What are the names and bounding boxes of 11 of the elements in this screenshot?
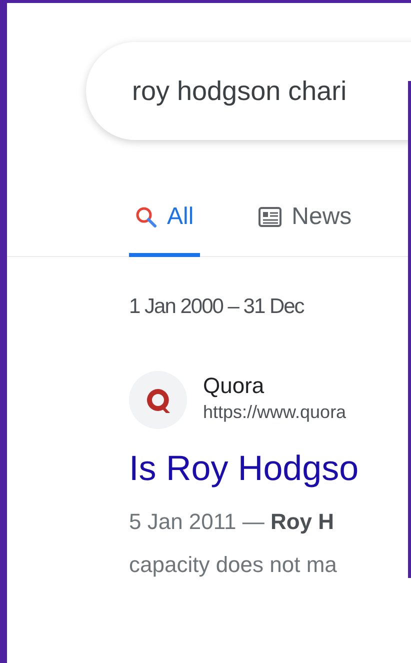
date-range: 1 Jan 2000 – 31 Dec: [129, 294, 306, 320]
tab[interactable]: News: [252, 198, 358, 257]
result-title-link[interactable]: Is Roy Hodgso: [129, 442, 359, 495]
search-field[interactable]: roy hodgson chari: [86, 42, 411, 140]
newspaper-icon: [258, 206, 282, 228]
result-url: https://www.quora: [203, 401, 346, 424]
result-snippet: 5 Jan 2011 — Roy H: [129, 508, 336, 536]
search-icon: [135, 206, 157, 228]
tab[interactable]: All: [129, 198, 200, 257]
result-snippet: capacity does not ma: [129, 551, 338, 579]
site-name: Quora: [203, 372, 266, 400]
